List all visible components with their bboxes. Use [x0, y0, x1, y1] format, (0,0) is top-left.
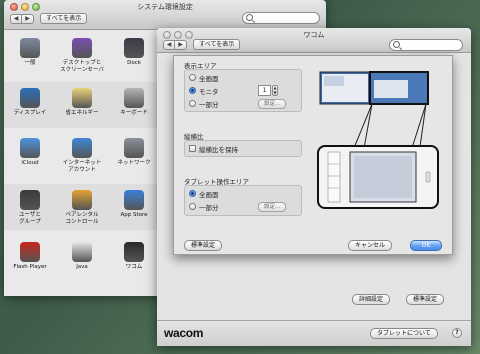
cancel-button[interactable]: キャンセル — [348, 240, 393, 251]
keep-aspect-ratio-label: 縦横比を保持 — [199, 146, 238, 154]
wacom-search-field[interactable] — [389, 39, 463, 51]
pref-pane-label: Java — [76, 264, 88, 270]
pref-pane-keyboard[interactable]: キーボード — [108, 88, 160, 117]
dock-icon — [124, 38, 144, 58]
help-button[interactable]: ? — [452, 328, 462, 338]
display-icon — [20, 88, 40, 108]
keep-aspect-ratio-checkbox[interactable] — [189, 145, 196, 152]
wacom-default-button[interactable]: 標準設定 — [406, 294, 445, 305]
tablet-area-settings-button[interactable]: 設定... — [258, 202, 287, 212]
tablet-express-keys — [327, 151, 341, 203]
pref-pane-flash-player[interactable]: Flash Player — [4, 242, 56, 271]
wacom-logo: wacom — [164, 326, 204, 340]
mapping-preview — [317, 71, 439, 209]
general-icon — [20, 38, 40, 58]
wacom-icon — [124, 242, 144, 262]
flash-player-icon — [20, 242, 40, 262]
pref-pane-label: インターネット アカウント — [62, 160, 102, 173]
syspref-titlebar: システム環境設定 ◀ ▶ すべてを表示 — [4, 0, 326, 30]
network-icon — [124, 138, 144, 158]
forward-button[interactable]: ▶ — [22, 14, 34, 24]
pref-pane-dock[interactable]: Dock — [108, 38, 160, 67]
icloud-icon — [20, 138, 40, 158]
display-portion-radio[interactable] — [189, 100, 196, 107]
pref-pane-label: Flash Player — [13, 264, 47, 270]
syspref-show-all-button[interactable]: すべてを表示 — [40, 13, 88, 24]
search-icon — [393, 41, 400, 48]
tablet-portion-radio[interactable] — [189, 203, 196, 210]
parental-controls-icon — [72, 190, 92, 210]
tablet-portion-label: 一部分 — [199, 204, 219, 212]
wacom-footer: wacom タブレットについて ? — [157, 320, 471, 346]
monitor-number-field[interactable]: 1 — [258, 85, 271, 96]
desktop-icon — [72, 38, 92, 58]
pref-pane-wacom[interactable]: ワコム — [108, 242, 160, 271]
pref-pane-label: ユーザと グループ — [19, 212, 41, 225]
display-monitor-label: モニタ — [199, 88, 219, 96]
pref-pane-label: ペアレンタル コントロール — [65, 212, 99, 225]
pref-pane-display[interactable]: ディスプレイ — [4, 88, 56, 117]
wacom-window: ワコム ◀ ▶ すべてを表示 詳細設定 標準設定 wacom タブレットについて… — [157, 28, 471, 346]
pref-pane-label: App Store — [120, 212, 148, 218]
pref-pane-energy-saver[interactable]: 省エネルギー — [56, 88, 108, 117]
app-store-icon — [124, 190, 144, 210]
syspref-search-field[interactable] — [242, 12, 320, 24]
search-icon — [246, 14, 253, 21]
pref-pane-network[interactable]: ネットワーク — [108, 138, 160, 167]
advanced-settings-button[interactable]: 詳細設定 — [352, 294, 391, 305]
pref-pane-label: デスクトップと スクリーンセーバ — [60, 60, 104, 73]
pref-pane-general[interactable]: 一般 — [4, 38, 56, 67]
display-full-screen-radio[interactable] — [189, 74, 196, 81]
java-icon — [72, 242, 92, 262]
pref-pane-desktop[interactable]: デスクトップと スクリーンセーバ — [56, 38, 108, 74]
keyboard-icon — [124, 88, 144, 108]
back-button[interactable]: ◀ — [163, 40, 175, 50]
pref-pane-parental-controls[interactable]: ペアレンタル コントロール — [56, 190, 108, 226]
pref-pane-internet-accounts[interactable]: インターネット アカウント — [56, 138, 108, 174]
pref-pane-label: ワコム — [125, 264, 143, 270]
pref-pane-label: キーボード — [120, 110, 148, 116]
pref-pane-label: Dock — [127, 60, 141, 66]
pref-pane-label: 省エネルギー — [65, 110, 99, 116]
ok-button[interactable]: OK — [410, 240, 442, 251]
tablet-full-radio[interactable] — [189, 190, 196, 197]
display-area-settings-button[interactable]: 設定... — [258, 99, 287, 109]
display-monitor-radio[interactable] — [189, 87, 196, 94]
energy-saver-icon — [72, 88, 92, 108]
mapping-sheet: 表示エリア 全画面 モニタ 1 ▲ ▼ 一部分 設定... 縦横比 縦横比を保持 … — [173, 55, 453, 255]
wacom-titlebar: ワコム ◀ ▶ すべてを表示 — [157, 28, 471, 53]
pref-pane-java[interactable]: Java — [56, 242, 108, 271]
sheet-default-button[interactable]: 標準設定 — [184, 240, 223, 251]
display-full-screen-label: 全画面 — [199, 75, 219, 83]
syspref-window-title: システム環境設定 — [137, 3, 193, 11]
pref-pane-icloud[interactable]: iCloud — [4, 138, 56, 167]
pref-pane-label: iCloud — [21, 160, 39, 166]
forward-button[interactable]: ▶ — [175, 40, 187, 50]
users-groups-icon — [20, 190, 40, 210]
pref-pane-label: ディスプレイ — [13, 110, 47, 116]
pref-pane-app-store[interactable]: App Store — [108, 190, 160, 219]
wacom-show-all-button[interactable]: すべてを表示 — [193, 39, 241, 50]
monitor-stepper[interactable]: ▲ ▼ — [272, 85, 278, 96]
pref-pane-label: ネットワーク — [117, 160, 151, 166]
back-button[interactable]: ◀ — [10, 14, 22, 24]
pref-pane-label: 一般 — [24, 60, 36, 66]
display-portion-label: 一部分 — [199, 101, 219, 109]
about-tablet-button[interactable]: タブレットについて — [370, 328, 438, 339]
pref-pane-users-groups[interactable]: ユーザと グループ — [4, 190, 56, 226]
internet-accounts-icon — [72, 138, 92, 158]
tablet-full-label: 全画面 — [199, 191, 219, 199]
